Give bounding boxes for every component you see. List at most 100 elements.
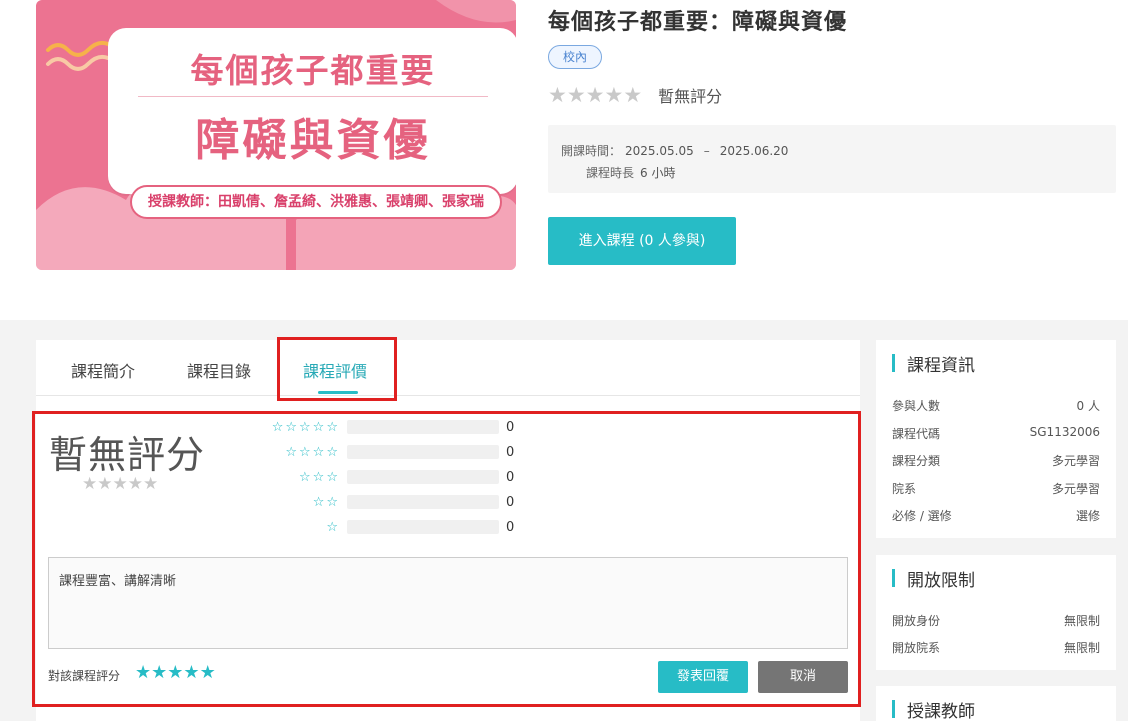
course-duration: 課程時長 6 小時: [586, 164, 675, 181]
restrictions-header: 開放限制: [892, 567, 975, 591]
distribution-bar: [347, 445, 499, 459]
period-dash: –: [703, 144, 710, 158]
course-info-title: 課程資訊: [907, 355, 975, 376]
info-row-label: 院系: [892, 482, 917, 496]
rating-distribution-row-2: ☆☆ 0: [236, 492, 515, 512]
course-schedule-box: 開課時間： 2025.05.05–2025.06.20 課程時長 6 小時: [548, 125, 1116, 193]
period-end: 2025.06.20: [719, 144, 789, 158]
star-filled-icon: ★: [97, 474, 113, 494]
star-filled-icon[interactable]: ★: [151, 662, 167, 683]
star-filled-icon: ★: [604, 83, 624, 107]
star-filled-icon: ★: [82, 474, 98, 494]
info-row-participants: 參與人數 0 人: [892, 397, 1100, 414]
distribution-bar: [347, 495, 499, 509]
rate-course-stars[interactable]: ★★★★★: [135, 662, 216, 683]
star-outline-icon: ☆☆☆: [299, 469, 340, 485]
distribution-bar: [347, 420, 499, 434]
info-row-label: 參與人數: [892, 399, 941, 413]
restrictions-card: 開放限制 開放身份 無限制 開放院系 無限制: [876, 555, 1116, 670]
rating-distribution-row-3: ☆☆☆ 0: [236, 467, 514, 487]
duration-label: 課程時長: [586, 166, 635, 180]
info-row-value: 選修: [1075, 509, 1100, 523]
cover-title-line1: 每個孩子都重要: [190, 51, 436, 90]
course-title: 每個孩子都重要：障礙與資優: [548, 10, 848, 35]
info-row-value: 多元學習: [1051, 482, 1100, 496]
review-comment-input[interactable]: [48, 557, 848, 649]
distribution-count: 0: [506, 469, 515, 485]
distribution-count: 0: [506, 419, 515, 435]
period-start: 2025.05.05: [625, 144, 694, 158]
duration-value: 6 小時: [640, 166, 676, 180]
rating-distribution-row-4: ☆☆☆☆ 0: [236, 442, 514, 462]
restriction-label: 開放身份: [892, 614, 941, 628]
info-row-required-elective: 必修 / 選修 選修: [892, 507, 1100, 524]
restriction-row-department: 開放院系 無限制: [892, 639, 1100, 656]
tab-introduction[interactable]: 課程簡介: [71, 358, 135, 382]
restriction-row-identity: 開放身份 無限制: [892, 612, 1100, 629]
tab-highlight-box: [277, 337, 397, 401]
info-row-value: 0 人: [1076, 399, 1100, 413]
star-outline-icon: ☆☆: [312, 494, 340, 510]
star-filled-icon: ★: [566, 83, 586, 107]
course-scope-badge: 校內: [548, 45, 602, 69]
star-filled-icon: ★: [585, 83, 605, 107]
star-filled-icon[interactable]: ★: [135, 662, 151, 683]
info-row-department: 院系 多元學習: [892, 480, 1100, 497]
info-row-label: 必修 / 選修: [892, 509, 952, 523]
section-accent-bar: [892, 700, 895, 718]
star-filled-icon[interactable]: ★: [183, 662, 199, 683]
course-tabs: 課程簡介 課程目錄 課程評價: [36, 340, 860, 396]
teachers-header: 授課教師: [892, 698, 975, 721]
info-row-category: 課程分類 多元學習: [892, 452, 1100, 469]
star-outline-icon: ☆: [326, 519, 340, 535]
course-header: 每個孩子都重要 障礙與資優 授課教師：田凱倩、詹孟綺、洪雅惠、張靖卿、張家瑞 每…: [0, 0, 1128, 320]
cancel-review-button[interactable]: 取消: [758, 661, 848, 693]
distribution-bar: [347, 470, 499, 484]
course-period: 開課時間： 2025.05.05–2025.06.20: [561, 142, 788, 159]
info-row-value: 多元學習: [1051, 454, 1100, 468]
section-accent-bar: [892, 569, 895, 587]
star-outline-icon: ☆☆☆☆: [285, 444, 340, 460]
section-accent-bar: [892, 354, 895, 372]
restriction-label: 開放院系: [892, 641, 941, 655]
cover-divider: [138, 96, 488, 97]
period-label: 開課時間：: [561, 144, 622, 158]
course-cover-image: 每個孩子都重要 障礙與資優 授課教師：田凱倩、詹孟綺、洪雅惠、張靖卿、張家瑞: [36, 0, 516, 270]
info-row-label: 課程代碼: [892, 427, 941, 441]
cover-title-line2: 障礙與資優: [195, 115, 431, 166]
star-filled-icon: ★: [623, 83, 643, 107]
star-filled-icon: ★: [143, 474, 159, 494]
star-filled-icon[interactable]: ★: [167, 662, 183, 683]
rate-course-label: 對該課程評分: [48, 669, 121, 683]
course-content-panel: 課程簡介 課程目錄 課程評價 暫無評分 ★★★★★ ☆☆☆☆☆ 0 ☆☆☆☆ 0…: [32, 337, 861, 721]
review-score-label: 暫無評分: [49, 433, 206, 477]
submit-review-button[interactable]: 發表回覆: [658, 661, 748, 693]
cover-title-card: 每個孩子都重要 障礙與資優: [108, 28, 516, 194]
rating-label: 暫無評分: [658, 87, 723, 106]
restriction-value: 無限制: [1063, 614, 1100, 628]
restriction-value: 無限制: [1063, 641, 1100, 655]
distribution-count: 0: [506, 519, 515, 535]
rating-distribution-row-1: ☆ 0: [236, 517, 514, 537]
course-info-card: 課程資訊 參與人數 0 人 課程代碼 SG1132006 課程分類 多元學習 院…: [876, 340, 1116, 538]
info-row-label: 課程分類: [892, 454, 941, 468]
distribution-count: 0: [506, 444, 515, 460]
cover-teachers-label: 授課教師：田凱倩、詹孟綺、洪雅惠、張靖卿、張家瑞: [130, 185, 502, 219]
star-filled-icon[interactable]: ★: [200, 662, 216, 683]
star-filled-icon: ★: [127, 474, 143, 494]
review-score-stars: ★★★★★: [82, 474, 158, 494]
star-filled-icon: ★: [112, 474, 128, 494]
rating-stars: ★★★★★: [548, 83, 642, 107]
rating-distribution-row-5: ☆☆☆☆☆ 0: [236, 417, 515, 437]
teachers-card: 授課教師: [876, 686, 1116, 721]
restrictions-title: 開放限制: [907, 570, 975, 591]
course-rating-summary: ★★★★★ 暫無評分: [548, 83, 722, 107]
tab-catalog[interactable]: 課程目錄: [187, 358, 251, 382]
info-row-course-code: 課程代碼 SG1132006: [892, 425, 1100, 442]
distribution-count: 0: [506, 494, 515, 510]
enter-course-button[interactable]: 進入課程 (0 人參與): [548, 217, 736, 265]
info-row-value: SG1132006: [1029, 425, 1100, 439]
teachers-title: 授課教師: [907, 701, 975, 721]
distribution-bar: [347, 520, 499, 534]
course-info-header: 課程資訊: [892, 352, 975, 376]
